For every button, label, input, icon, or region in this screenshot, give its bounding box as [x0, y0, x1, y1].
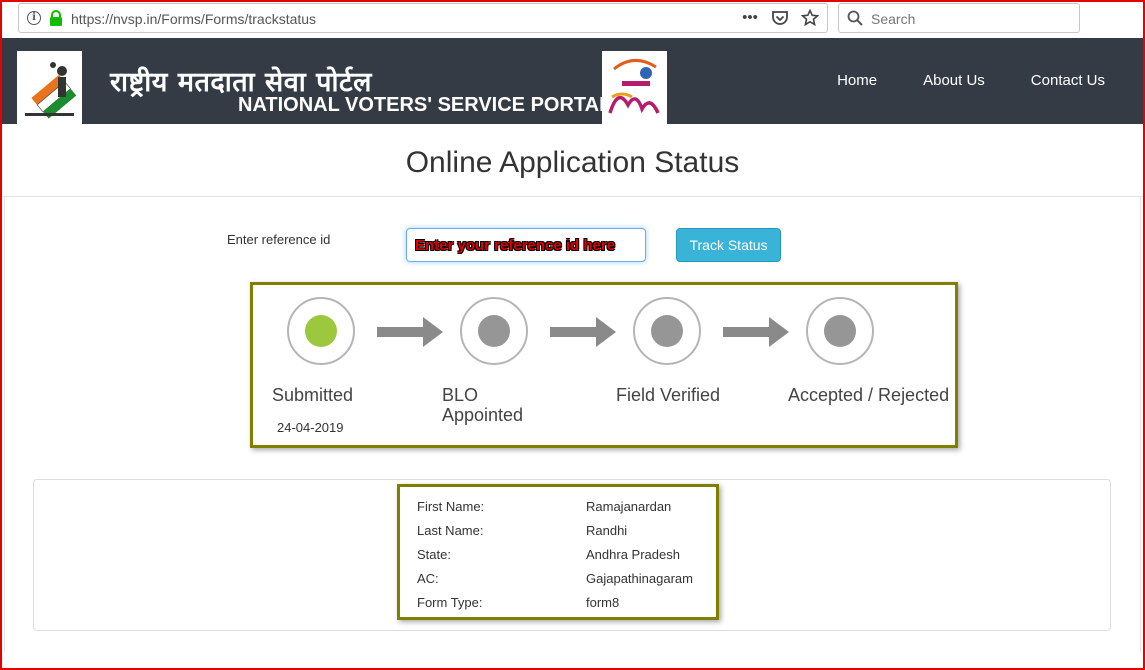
more-icon[interactable]: ••• [741, 9, 759, 27]
eci-logo[interactable] [17, 51, 82, 124]
search-icon [847, 10, 863, 26]
step-field-verified-indicator [633, 297, 701, 365]
nav-contact-us[interactable]: Contact Us [1031, 72, 1105, 89]
title-divider [2, 196, 1143, 197]
festival-emblem-icon [608, 59, 660, 114]
detail-value: Randhi [586, 523, 628, 538]
step-accepted-indicator [806, 297, 874, 365]
lock-icon [50, 10, 62, 26]
browser-search-bar[interactable]: Search [838, 3, 1080, 33]
arrow-right-icon [723, 317, 789, 347]
step-submitted-indicator [287, 297, 355, 365]
url-text[interactable]: https://nvsp.in/Forms/Forms/trackstatus [71, 11, 316, 27]
content-border-right [1140, 197, 1141, 652]
page-title: Online Application Status [405, 146, 740, 179]
step-blo-indicator [460, 297, 528, 365]
pocket-icon[interactable] [771, 9, 789, 27]
step-complete-dot [305, 315, 337, 347]
applicant-details: First Name: Ramajanardan Last Name: Rand… [397, 484, 719, 620]
detail-key: Form Type: [417, 595, 483, 610]
detail-key: State: [417, 547, 451, 562]
nav-home[interactable]: Home [837, 72, 877, 89]
step-label-submitted: Submitted [272, 385, 354, 405]
step-pending-dot [478, 315, 510, 347]
address-bar[interactable]: i https://nvsp.in/Forms/Forms/trackstatu… [18, 3, 828, 33]
detail-value: Gajapathinagaram [586, 571, 693, 586]
step-label-field-verified: Field Verified [616, 385, 721, 405]
reference-id-label: Enter reference id [227, 232, 331, 247]
browser-toolbar: i https://nvsp.in/Forms/Forms/trackstatu… [2, 2, 1143, 36]
detail-key: First Name: [417, 499, 485, 514]
main-nav: Home About Us Contact Us [837, 72, 1105, 89]
step-pending-dot [651, 315, 683, 347]
ballot-logo-icon [25, 62, 77, 119]
detail-value: Ramajanardan [586, 499, 672, 514]
detail-value: form8 [586, 595, 620, 610]
portal-title-english: NATIONAL VOTERS' SERVICE PORTAL [238, 94, 612, 116]
festival-logo [602, 51, 667, 124]
arrow-right-icon [377, 317, 443, 347]
step-date-submitted: 24-04-2019 [277, 420, 344, 435]
step-pending-dot [824, 315, 856, 347]
detail-value: Andhra Pradesh [586, 547, 680, 562]
detail-key: AC: [417, 571, 439, 586]
info-icon[interactable]: i [27, 11, 41, 25]
detail-key: Last Name: [417, 523, 484, 538]
step-label-blo: BLO Appointed [442, 385, 524, 425]
status-tracker: Submitted 24-04-2019 BLO Appointed Field… [250, 282, 958, 448]
nav-about-us[interactable]: About Us [923, 72, 985, 89]
content-border-left [4, 197, 5, 652]
search-placeholder[interactable]: Search [871, 11, 915, 27]
site-header: राष्ट्रीय मतदाता सेवा पोर्टल NATIONAL VO… [2, 38, 1143, 124]
track-status-button[interactable]: Track Status [676, 228, 781, 262]
arrow-right-icon [550, 317, 616, 347]
step-label-accepted-rejected: Accepted / Rejected [788, 385, 950, 405]
bookmark-star-icon[interactable] [801, 9, 819, 27]
reference-id-input[interactable] [406, 228, 646, 262]
